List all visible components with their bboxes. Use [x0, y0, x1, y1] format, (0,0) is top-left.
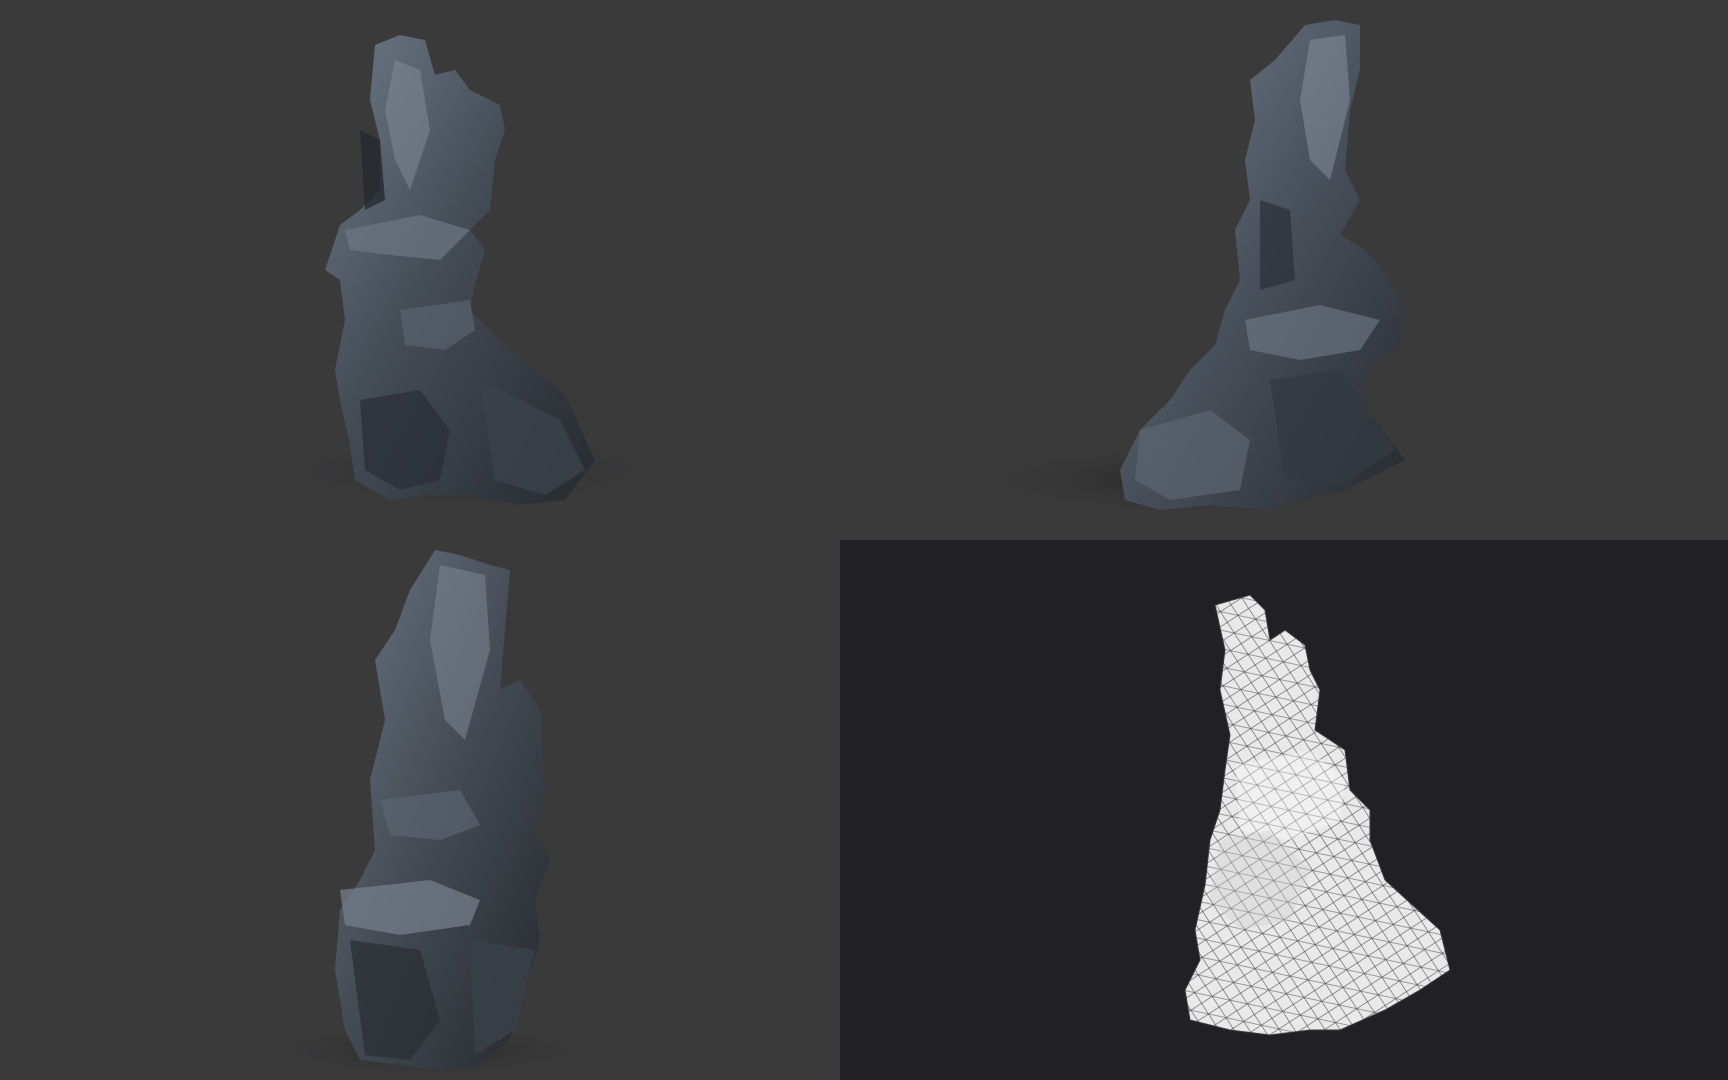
rock-render-top-right [840, 0, 1728, 540]
rock-wireframe-bottom-right [840, 540, 1728, 1080]
rock-render-top-left [0, 0, 840, 540]
rock-render-bottom-left [0, 540, 840, 1080]
image-canvas [0, 0, 1728, 1080]
